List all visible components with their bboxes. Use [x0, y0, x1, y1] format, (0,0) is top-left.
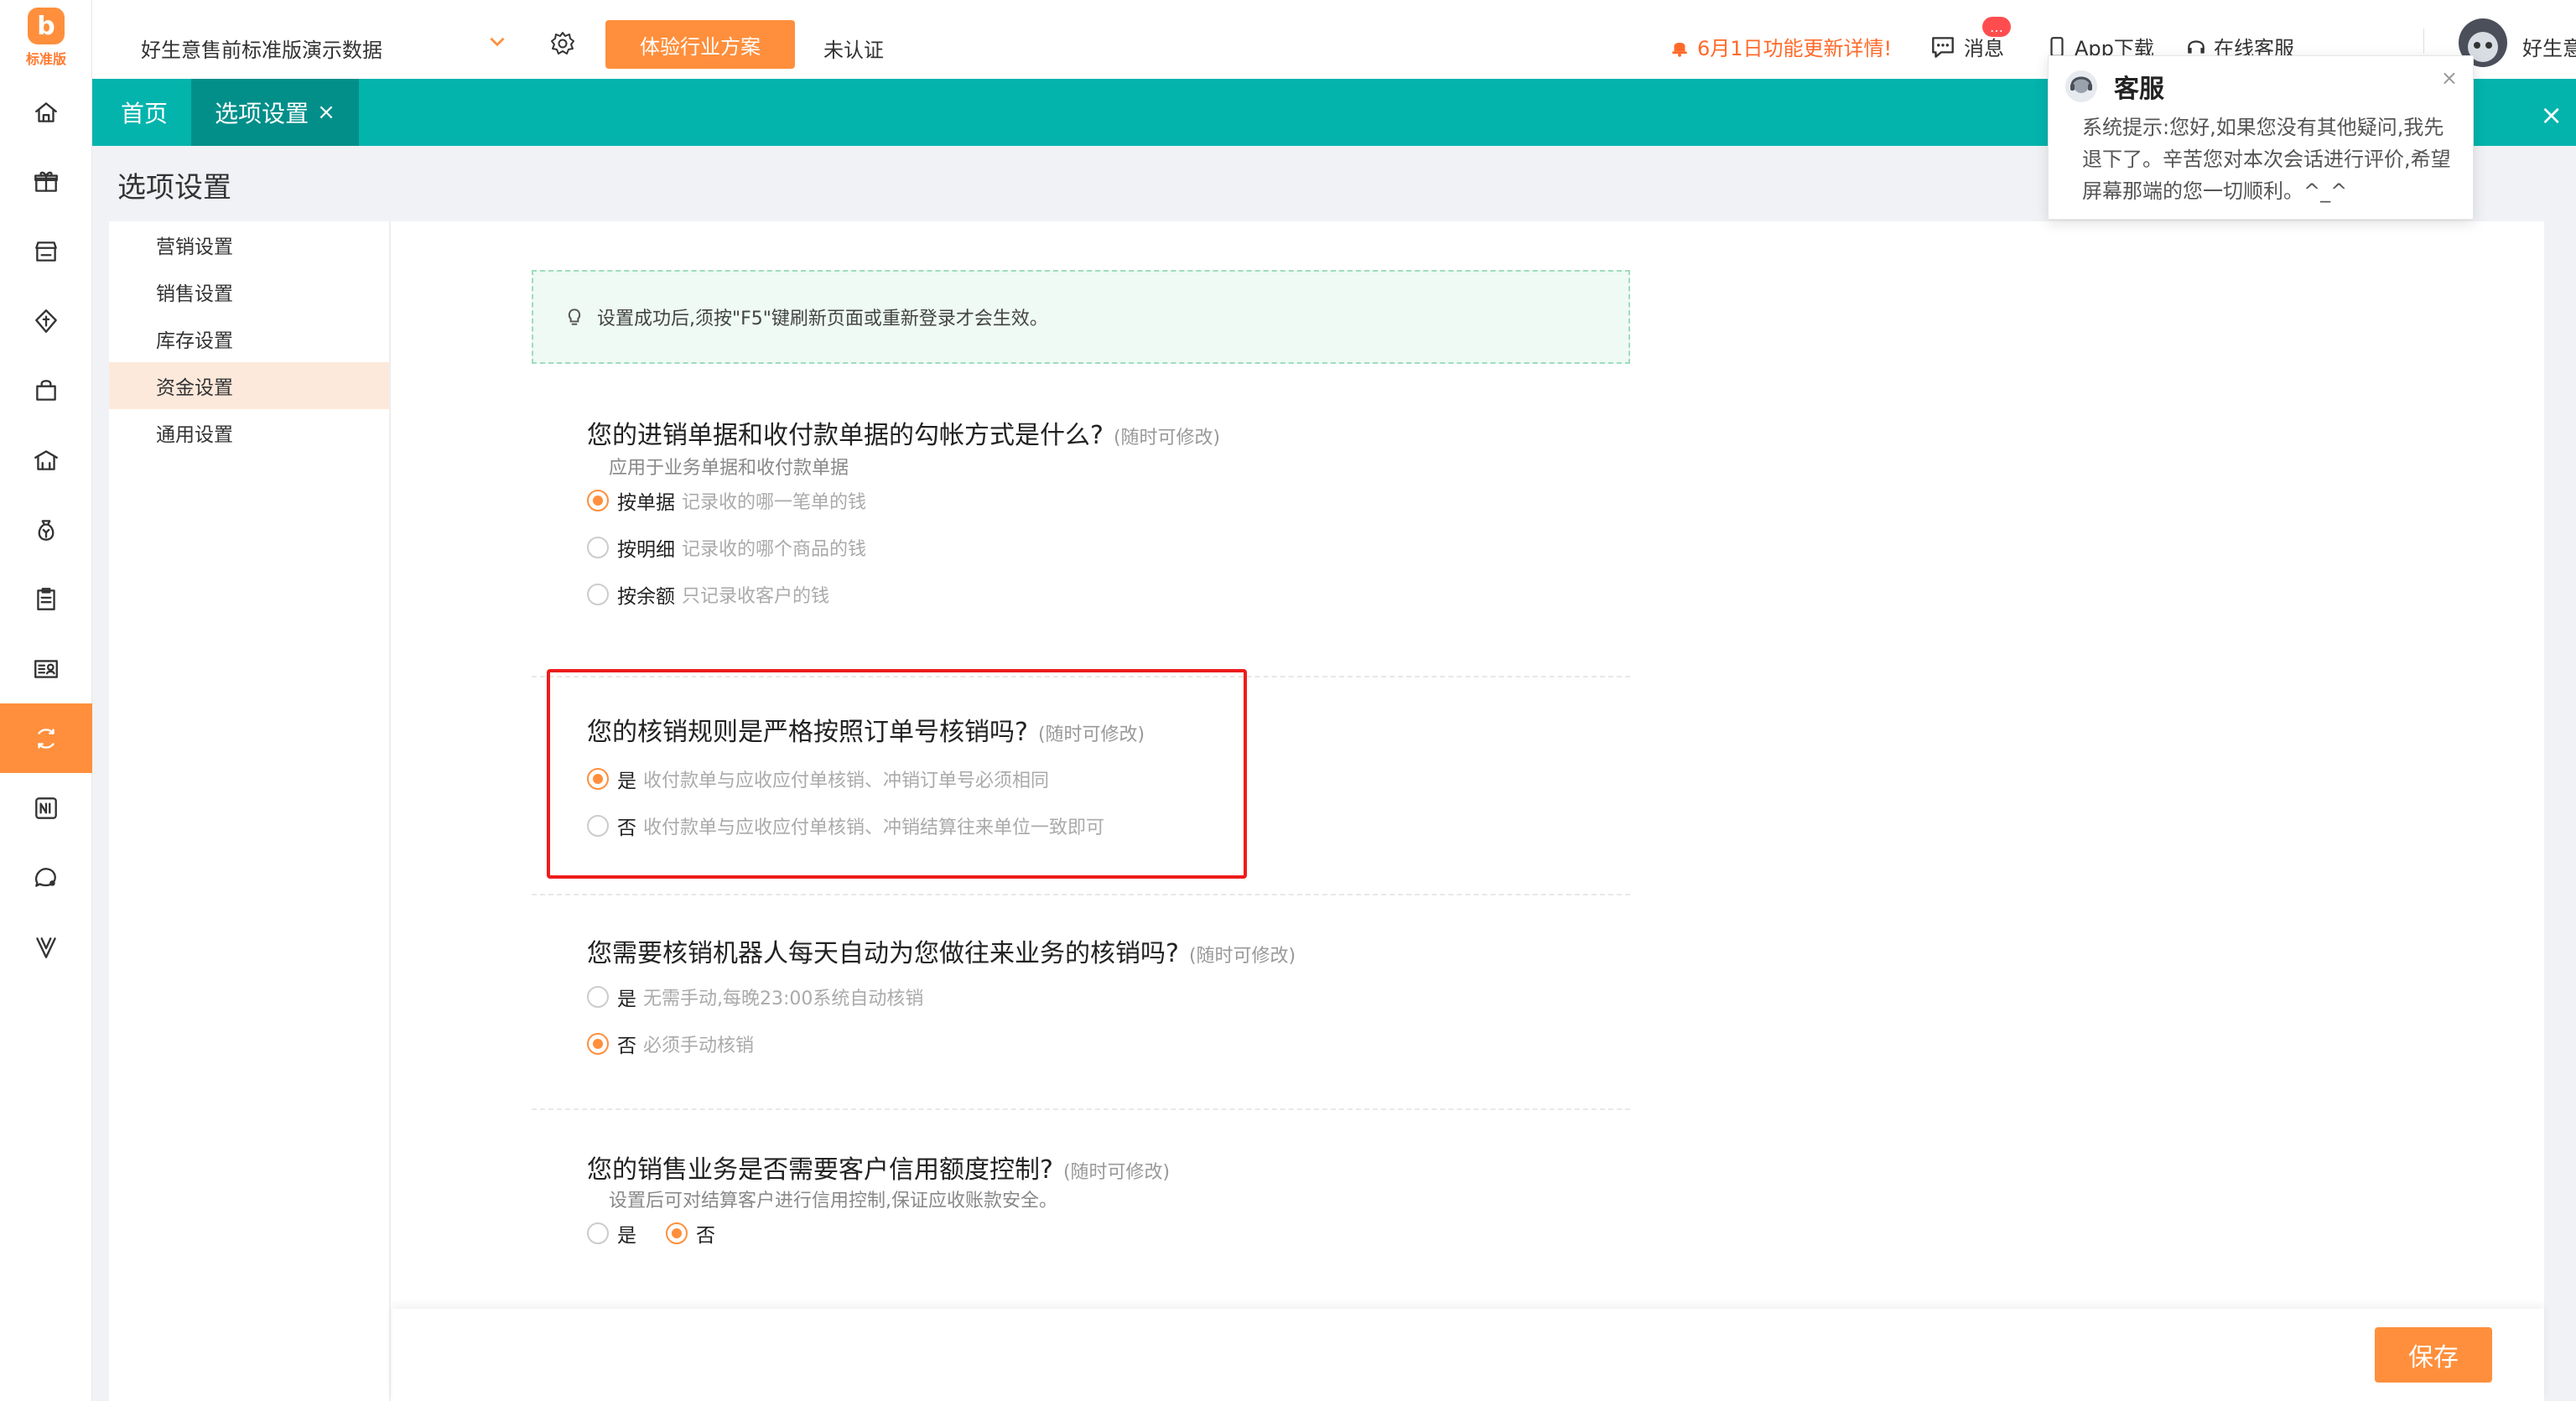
question-title: 您的销售业务是否需要客户信用额度控制? (随时可修改) [587, 1155, 1171, 1185]
vip-icon[interactable] [0, 912, 92, 982]
phone-icon [2050, 36, 2064, 57]
highlight-box [547, 669, 1247, 879]
radio-unchecked[interactable] [587, 584, 609, 605]
settlement-icon[interactable] [0, 703, 92, 773]
report-icon[interactable] [0, 634, 92, 703]
radio-credit-yes[interactable]: 是 [587, 1219, 636, 1248]
radio-checked[interactable] [587, 490, 609, 511]
lightbulb-icon [568, 309, 581, 325]
headset-icon [2188, 39, 2205, 54]
verify-status[interactable]: 未认证 [823, 34, 884, 63]
store-icon[interactable] [0, 216, 92, 286]
radio-robot-yes[interactable]: 是无需手动,每晚23:00系统自动核销 [587, 983, 923, 1011]
tip-banner: 设置成功后,须按"F5"键刷新页面或重新登录才会生效。 [532, 270, 1630, 364]
gear-icon[interactable] [549, 30, 576, 57]
save-button[interactable]: 保存 [2375, 1327, 2492, 1383]
close-icon[interactable]: × [2441, 66, 2458, 90]
radio-unchecked[interactable] [587, 986, 609, 1008]
radio-by-detail[interactable]: 按明细 记录收的哪个商品的钱 [587, 533, 866, 562]
sidebar-nav [0, 77, 92, 982]
warehouse-icon[interactable] [0, 425, 92, 495]
user-name[interactable]: 好生意售前1 [2522, 32, 2576, 61]
shopping-bag-icon[interactable] [0, 355, 92, 425]
submenu-item-inventory[interactable]: 库存设置 [109, 315, 389, 362]
message-badge: … [1982, 17, 2011, 37]
question-title: 您的进销单据和收付款单据的勾帐方式是什么? (随时可修改) [587, 421, 1221, 450]
divider [532, 1108, 1630, 1110]
price-tag-icon[interactable] [0, 286, 92, 355]
chat-search-icon[interactable] [0, 843, 92, 912]
radio-unchecked[interactable] [587, 537, 609, 558]
popup-message: 系统提示:您好,如果您没有其他疑问,我先退下了。辛苦您对本次会话进行评价,希望屏… [2082, 116, 2451, 203]
update-notice[interactable]: 6月1日功能更新详情! [1669, 32, 1892, 61]
radio-unchecked[interactable] [587, 1222, 609, 1244]
gift-icon[interactable] [0, 147, 92, 216]
money-bag-icon[interactable] [0, 495, 92, 564]
tab-options-settings[interactable]: 选项设置 × [191, 79, 359, 146]
radio-robot-no[interactable]: 否必须手动核销 [587, 1030, 754, 1058]
new-icon[interactable] [0, 773, 92, 843]
radio-checked[interactable] [666, 1222, 688, 1244]
clipboard-icon[interactable] [0, 564, 92, 634]
settings-submenu: 营销设置 销售设置 库存设置 资金设置 通用设置 [109, 221, 391, 1401]
customer-service-popup: 客服 × 系统提示:您好,如果您没有其他疑问,我先退下了。辛苦您对本次会话进行评… [2048, 55, 2474, 220]
submenu-item-sales[interactable]: 销售设置 [109, 268, 389, 315]
update-notice-text: 6月1日功能更新详情! [1697, 37, 1893, 60]
popup-title: 客服 [2114, 75, 2164, 104]
home-icon[interactable] [0, 77, 92, 147]
bottom-action-bar: 保存 [392, 1309, 2544, 1401]
chevron-down-icon[interactable] [486, 30, 508, 52]
logo-icon: b [28, 8, 65, 44]
submenu-item-marketing[interactable]: 营销设置 [109, 221, 389, 268]
question-subtitle: 设置后可对结算客户进行信用控制,保证应收账款安全。 [609, 1191, 1057, 1212]
radio-by-balance[interactable]: 按余额 只记录收客户的钱 [587, 580, 829, 609]
tip-text: 设置成功后,须按"F5"键刷新页面或重新登录才会生效。 [597, 309, 1048, 329]
tab-options-settings-label: 选项设置 [215, 100, 309, 127]
header-divider [2423, 29, 2424, 54]
radio-credit-no[interactable]: 否 [666, 1219, 715, 1248]
left-sidebar: b 标准版 [0, 0, 92, 1401]
radio-by-document[interactable]: 按单据 记录收的哪一笔单的钱 [587, 486, 866, 515]
tab-home[interactable]: 首页 [121, 79, 168, 146]
submenu-item-general[interactable]: 通用设置 [109, 409, 389, 456]
radio-checked[interactable] [587, 1033, 609, 1055]
agent-avatar-icon [2065, 70, 2097, 102]
submenu-item-funds[interactable]: 资金设置 [109, 362, 389, 409]
main-content: 营销设置 销售设置 库存设置 资金设置 通用设置 设置成功后,须按"F5"键刷新… [109, 221, 2544, 1401]
question-subtitle: 应用于业务单据和收付款单据 [609, 458, 849, 479]
divider [532, 894, 1630, 895]
message-icon [1932, 36, 1954, 58]
question-title: 您需要核销机器人每天自动为您做往来业务的核销吗? (随时可修改) [587, 939, 1296, 968]
popup-header: 客服 [2064, 68, 2164, 105]
logo[interactable]: b 标准版 [0, 0, 92, 75]
bell-icon [1672, 42, 1687, 57]
close-icon[interactable]: × [317, 100, 335, 125]
page-title: 选项设置 [117, 171, 231, 205]
logo-text: 标准版 [25, 51, 66, 67]
close-all-icon[interactable]: × [2540, 99, 2563, 131]
account-selector[interactable]: 好生意售前标准版演示数据 [141, 34, 382, 63]
industry-solution-button[interactable]: 体验行业方案 [605, 20, 795, 69]
